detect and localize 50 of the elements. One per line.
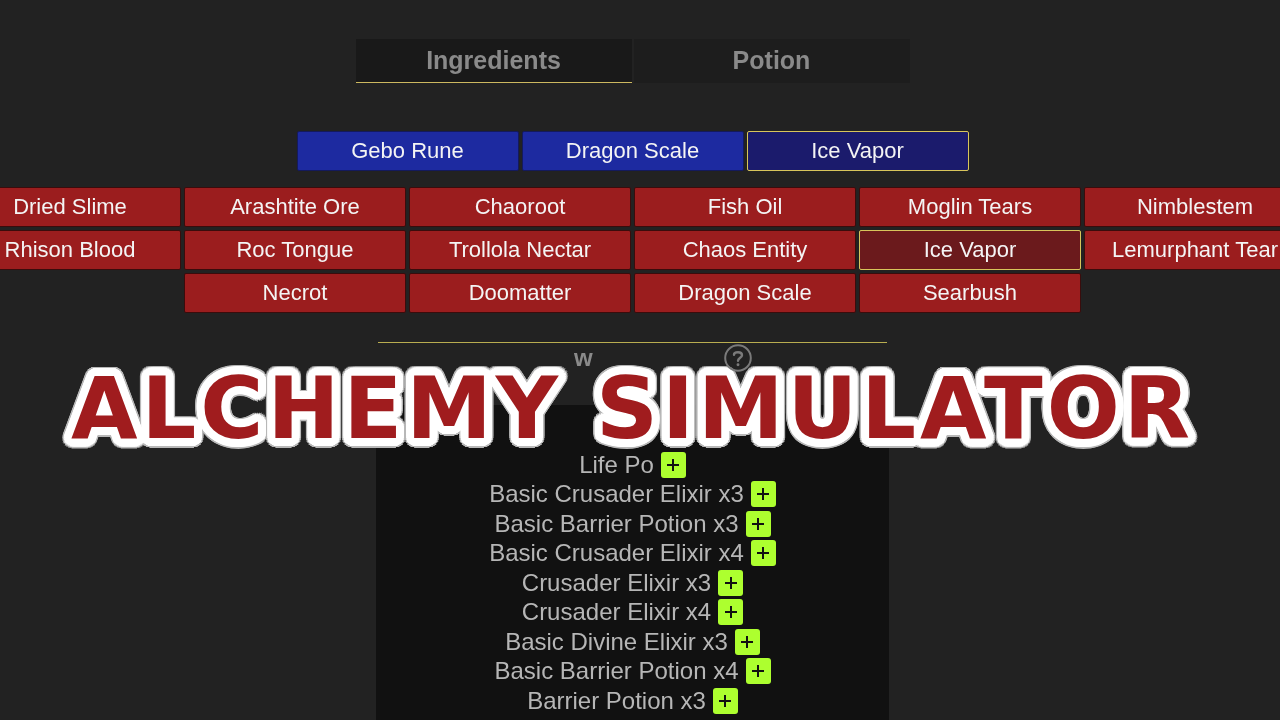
recipe-name: Barrier Potion x3 (527, 686, 706, 715)
add-button[interactable] (734, 628, 760, 655)
tab[interactable]: Ingredients (355, 39, 632, 83)
ingredient-button[interactable]: Fish Oil (634, 187, 856, 227)
plus-icon (724, 606, 737, 619)
recipe-name: Life Po (579, 450, 654, 479)
ingredient-button[interactable]: Ice Vapor (859, 230, 1081, 270)
add-button[interactable] (750, 481, 776, 508)
plus-icon (752, 665, 765, 678)
ingredient-button[interactable]: Doomatter (409, 273, 631, 313)
plus-icon (757, 547, 770, 560)
ingredient-button[interactable]: Moglin Tears (859, 187, 1081, 227)
add-button[interactable] (718, 599, 744, 626)
ingredient-button[interactable]: Arashtite Ore (184, 187, 406, 227)
plus-icon (752, 517, 765, 530)
section-heading: w (574, 344, 593, 372)
recipe-name: Basic Crusader Elixir x4 (489, 539, 744, 568)
add-button[interactable] (745, 658, 771, 685)
chosen-ingredient-button[interactable]: Dragon Scale (521, 131, 744, 171)
ingredient-button[interactable]: Necrot (184, 273, 406, 313)
ingredient-button[interactable]: Lemurphant Tear (1084, 230, 1280, 270)
ingredient-button[interactable]: Chaoroot (409, 187, 631, 227)
recipe-name: Basic Divine Elixir x3 (505, 627, 728, 656)
tab[interactable]: Potion (633, 39, 910, 83)
recipe-name: Basic Crusader Elixir x3 (489, 480, 744, 509)
recipe-name: Basic Barrier Potion x3 (494, 509, 739, 538)
add-button[interactable] (712, 687, 738, 714)
recipe-name: Basic Barrier Potion x4 (494, 657, 739, 686)
ingredient-button[interactable]: Dried Slime (0, 187, 181, 227)
chosen-ingredient-button[interactable]: Gebo Rune (296, 131, 519, 171)
add-button[interactable] (745, 510, 771, 537)
recipe-name: Crusader Elixir x3 (521, 568, 712, 597)
ingredient-button[interactable]: Searbush (859, 273, 1081, 313)
ingredient-button[interactable]: Dragon Scale (634, 273, 856, 313)
ingredient-button[interactable]: Roc Tongue (184, 230, 406, 270)
plus-icon (741, 635, 754, 648)
recipe-name: Crusader Elixir x4 (521, 598, 712, 627)
help-icon[interactable] (723, 344, 752, 372)
add-button[interactable] (718, 569, 744, 596)
ingredient-button[interactable]: Trollola Nectar (409, 230, 631, 270)
add-button[interactable] (660, 451, 686, 478)
ingredient-button[interactable]: Nimblestem (1084, 187, 1280, 227)
plus-icon (724, 576, 737, 589)
add-button[interactable] (750, 540, 776, 567)
chosen-ingredient-button[interactable]: Ice Vapor (746, 131, 969, 171)
plus-icon (757, 488, 770, 501)
plus-icon (667, 458, 680, 471)
plus-icon (719, 694, 732, 707)
ingredient-button[interactable]: Chaos Entity (634, 230, 856, 270)
ingredient-button[interactable]: Rhison Blood (0, 230, 181, 270)
